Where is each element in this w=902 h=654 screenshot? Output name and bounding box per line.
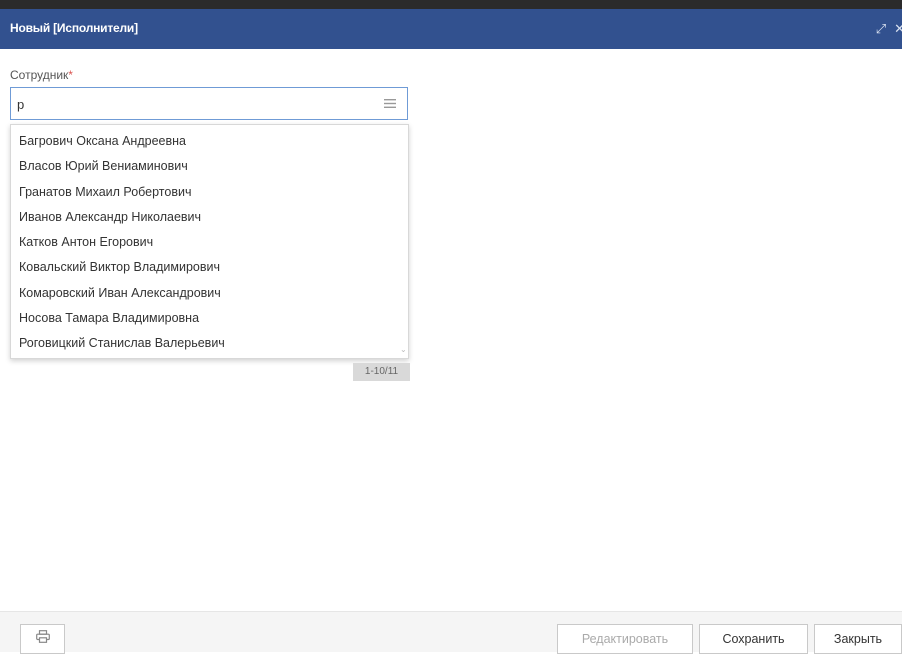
dropdown-option[interactable]: Иванов Александр Николаевич xyxy=(11,205,408,230)
titlebar-icons: ⤢ ✕ xyxy=(876,9,902,49)
top-edge xyxy=(0,0,902,9)
employee-options: Багрович Оксана Андреевна Власов Юрий Ве… xyxy=(11,125,408,357)
window-title: Новый [Исполнители] xyxy=(10,21,138,35)
close-icon[interactable]: ✕ xyxy=(894,21,902,37)
close-button[interactable]: Закрыть xyxy=(814,624,902,654)
dropdown-option[interactable]: Комаровский Иван Александрович xyxy=(11,281,408,306)
employee-input[interactable] xyxy=(17,94,367,114)
dropdown-option[interactable]: Власов Юрий Вениаминович xyxy=(11,154,408,179)
pager-badge: 1-10/11 xyxy=(353,363,410,381)
dropdown-option[interactable]: Гранатов Михаил Робертович xyxy=(11,180,408,205)
required-mark: * xyxy=(68,68,73,82)
dropdown-scroll-indicator[interactable]: ⌄ xyxy=(400,346,407,354)
save-button[interactable]: Сохранить xyxy=(699,624,808,654)
dropdown-option[interactable]: Ковальский Виктор Владимирович xyxy=(11,255,408,280)
expand-icon[interactable]: ⤢ xyxy=(876,21,886,37)
employee-dropdown: Багрович Оксана Андреевна Власов Юрий Ве… xyxy=(10,124,409,359)
footer-bar: Редактировать Сохранить Закрыть xyxy=(0,611,902,654)
window-titlebar: Новый [Исполнители] ⤢ ✕ xyxy=(0,9,902,49)
edit-button[interactable]: Редактировать xyxy=(557,624,693,654)
print-button[interactable] xyxy=(20,624,65,654)
printer-icon xyxy=(35,630,50,648)
dropdown-option[interactable]: Носова Тамара Владимировна xyxy=(11,306,408,331)
employee-label: Сотрудник* xyxy=(10,68,73,82)
dropdown-option[interactable]: Багрович Оксана Андреевна xyxy=(11,129,408,154)
employee-field[interactable] xyxy=(10,87,408,120)
dropdown-option[interactable]: Катков Антон Егорович xyxy=(11,230,408,255)
dropdown-option[interactable]: Роговицкий Станислав Валерьевич xyxy=(11,331,408,356)
employee-label-text: Сотрудник xyxy=(10,68,69,82)
list-icon[interactable] xyxy=(373,88,407,119)
